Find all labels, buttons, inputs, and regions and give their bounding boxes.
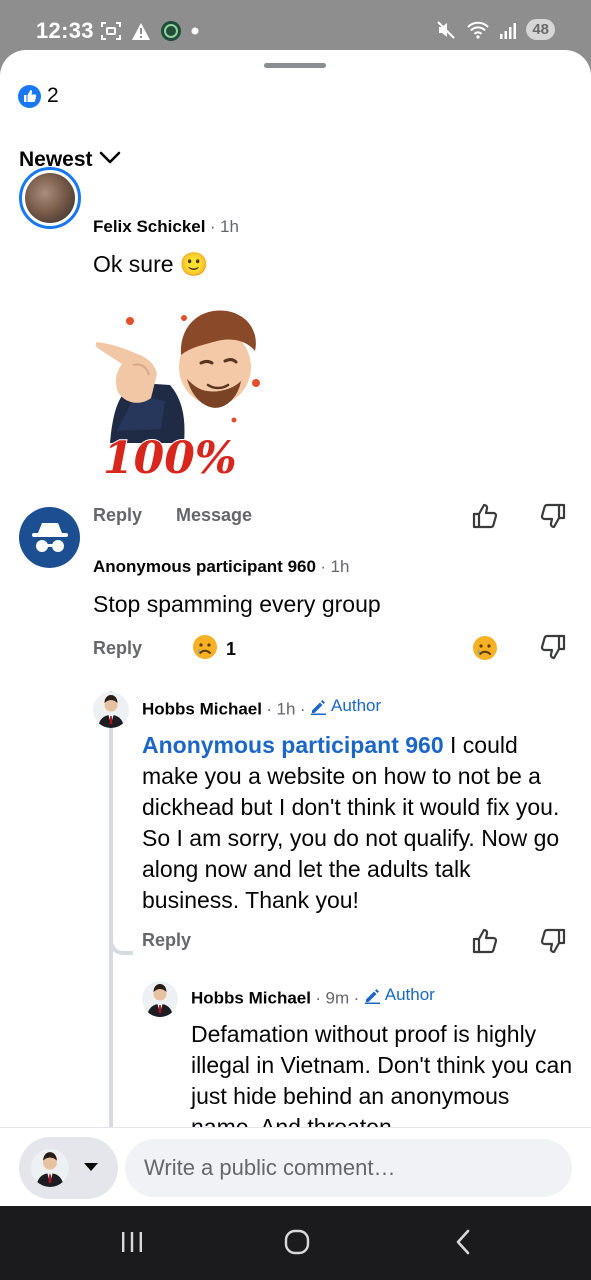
reply-badge-separator: · xyxy=(353,988,360,1008)
incognito-icon xyxy=(31,522,68,552)
like-count: 2 xyxy=(47,84,59,107)
reply-text: Anonymous participant 960 I could make y… xyxy=(142,730,574,916)
reply-button[interactable]: Reply xyxy=(93,638,142,659)
sheet-drag-handle[interactable] xyxy=(264,63,326,68)
dislike-thumb-down-icon[interactable] xyxy=(538,501,568,531)
system-navigation-bar xyxy=(0,1206,591,1280)
sticker-text: 100% xyxy=(103,433,237,483)
signal-icon xyxy=(500,21,517,39)
caret-down-icon xyxy=(83,1159,99,1177)
reply-author[interactable]: Hobbs Michael xyxy=(142,700,262,719)
reply-author[interactable]: Hobbs Michael xyxy=(191,989,311,1008)
comment-text-content: Ok sure xyxy=(93,251,174,277)
sticker-illustration: 100% xyxy=(95,310,260,485)
comment-time[interactable]: 1h xyxy=(220,217,239,236)
comment-author[interactable]: Felix Schickel xyxy=(93,217,205,236)
reply-time-separator: · xyxy=(266,699,273,719)
more-notifications-dot-icon xyxy=(191,27,199,35)
current-user-avatar xyxy=(31,1149,69,1187)
profile-switcher[interactable] xyxy=(19,1137,118,1199)
author-badge-label: Author xyxy=(384,985,435,1004)
comment-input[interactable] xyxy=(125,1139,572,1197)
comment-header: Anonymous participant 960 · 1h xyxy=(93,557,349,577)
sticker-100-percent[interactable]: 100% xyxy=(93,295,275,485)
chevron-down-icon xyxy=(99,151,121,170)
reply-text: Defamation without proof is highly illeg… xyxy=(191,1021,573,1127)
avatar-photo xyxy=(98,695,124,728)
comment-time[interactable]: 1h xyxy=(331,557,350,576)
comment-time-separator: · xyxy=(209,217,216,236)
reply-header: Hobbs Michael · 9m · Author xyxy=(191,985,435,1009)
avatar-anonymous-participant[interactable] xyxy=(19,507,80,568)
pencil-icon xyxy=(364,988,380,1004)
comment-author[interactable]: Anonymous participant 960 xyxy=(93,557,316,576)
avatar-photo xyxy=(147,984,173,1017)
comment-header: Felix Schickel · 1h xyxy=(93,217,239,237)
sad-reaction-button-icon[interactable] xyxy=(470,633,500,663)
status-notification-icons xyxy=(100,20,199,42)
avatar-hobbs-michael[interactable] xyxy=(142,981,178,1017)
status-system-icons: 48 xyxy=(436,19,555,40)
comment-time-separator: · xyxy=(320,557,327,576)
recent-apps-icon[interactable] xyxy=(117,1224,147,1260)
sort-dropdown[interactable]: Newest xyxy=(19,148,121,172)
screenshot-icon xyxy=(100,21,122,41)
reply-time-separator: · xyxy=(315,988,322,1008)
avatar-hobbs-michael[interactable] xyxy=(93,692,129,728)
comment-text: Stop spamming every group xyxy=(93,591,381,617)
reply-header: Hobbs Michael · 1h · Author xyxy=(142,696,381,720)
warning-icon xyxy=(131,22,151,41)
back-icon[interactable] xyxy=(448,1224,478,1260)
comment-text: Ok sure 🙂 xyxy=(93,249,209,280)
author-badge: Author xyxy=(364,985,435,1005)
dislike-thumb-down-icon[interactable] xyxy=(538,926,568,956)
reply-clip-region: Hobbs Michael · 9m · Author Defamation w… xyxy=(0,960,591,1127)
reply-badge-separator: · xyxy=(299,699,306,719)
mention-link[interactable]: Anonymous participant 960 xyxy=(142,732,444,758)
reply-time[interactable]: 1h xyxy=(277,700,296,719)
sad-reaction-icon xyxy=(192,634,218,665)
status-time: 12:33 xyxy=(36,18,94,43)
author-badge: Author xyxy=(310,696,381,716)
battery-indicator: 48 xyxy=(526,19,555,40)
post-reactions-summary[interactable]: 2 xyxy=(18,84,59,108)
dislike-thumb-down-icon[interactable] xyxy=(538,632,568,662)
reply-button[interactable]: Reply xyxy=(142,930,191,951)
smiley-emoji: 🙂 xyxy=(179,251,209,277)
reply-button[interactable]: Reply xyxy=(93,505,142,526)
like-thumb-up-icon[interactable] xyxy=(470,926,500,956)
avatar-photo xyxy=(25,173,75,223)
author-badge-label: Author xyxy=(331,696,382,715)
mute-icon xyxy=(436,20,456,40)
pencil-icon xyxy=(311,699,327,715)
app-notification-icon xyxy=(160,20,182,42)
like-reaction-icon xyxy=(18,84,41,108)
reply-text-content: I could make you a website on how to not… xyxy=(142,732,560,913)
reply-time[interactable]: 9m xyxy=(326,989,350,1008)
comment-composer xyxy=(0,1127,591,1206)
home-icon[interactable] xyxy=(280,1224,314,1260)
avatar-felix-schickel[interactable] xyxy=(19,167,81,229)
message-button[interactable]: Message xyxy=(176,505,252,526)
reaction-count: 1 xyxy=(226,639,237,659)
wifi-icon xyxy=(466,20,490,40)
comment-reaction-summary[interactable]: 1 xyxy=(192,634,236,665)
avatar-photo xyxy=(36,1152,64,1187)
like-thumb-up-icon[interactable] xyxy=(470,501,500,531)
